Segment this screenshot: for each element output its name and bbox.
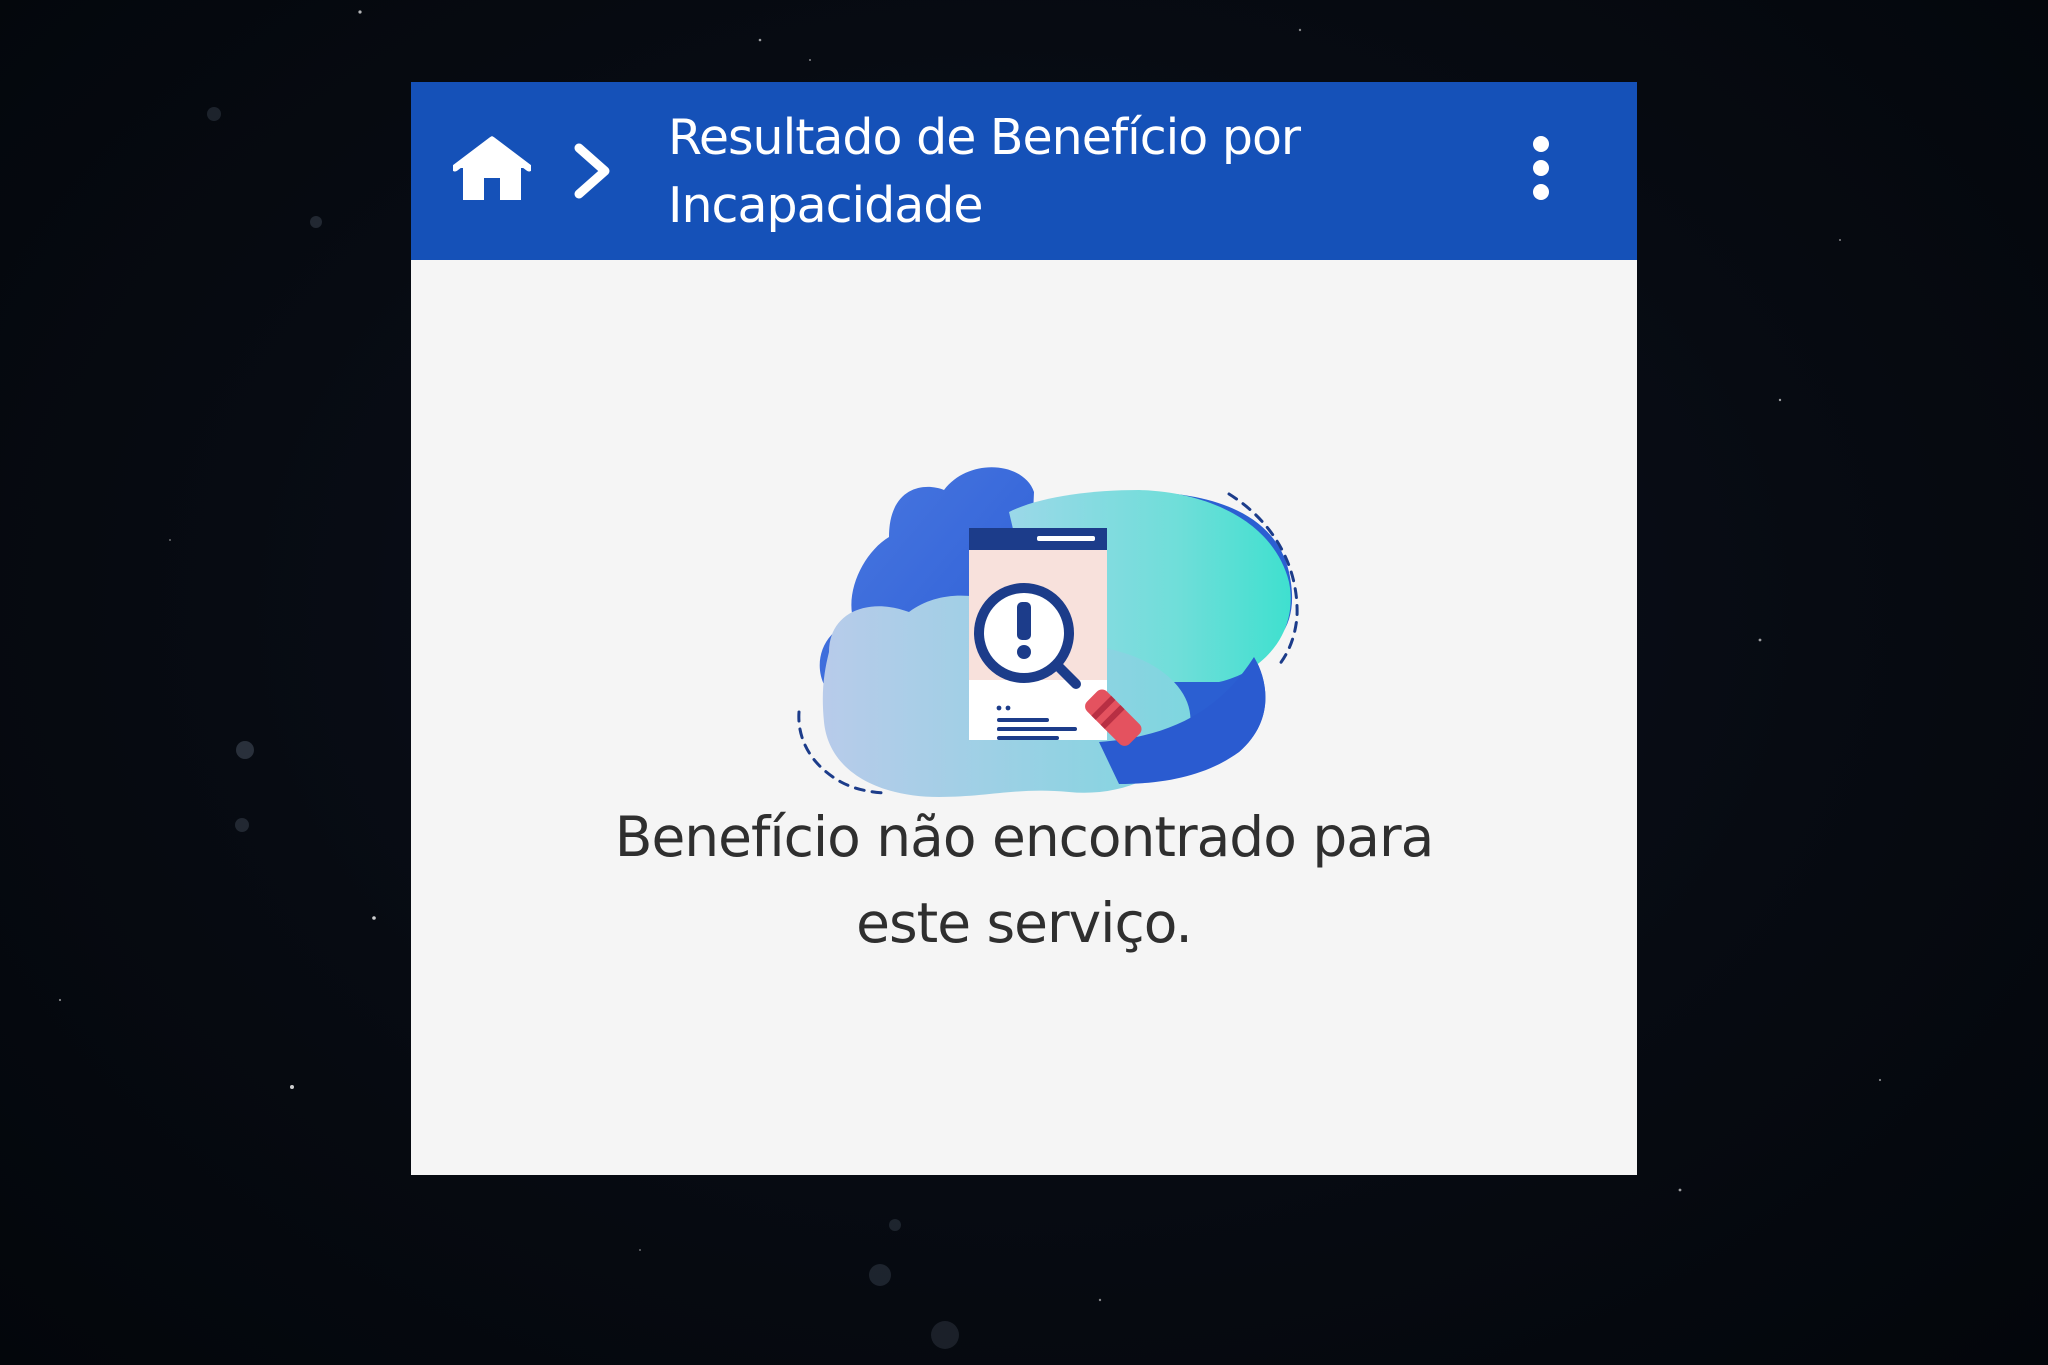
home-button[interactable] — [451, 132, 533, 204]
app-bar: Resultado de Benefício por Incapacidade — [411, 82, 1637, 260]
empty-state-message-line-1: Benefício não encontrado para — [614, 805, 1435, 869]
document-search-warning-illustration — [797, 467, 1299, 797]
page-title-line-2: Incapacidade — [668, 177, 984, 234]
chevron-right-icon — [574, 143, 610, 199]
empty-state-message-line-2: este serviço. — [856, 891, 1193, 955]
empty-state-message: Benefício não encontrado para este servi… — [411, 794, 1637, 966]
more-options-button[interactable] — [1511, 130, 1571, 210]
more-vertical-icon — [1533, 136, 1549, 200]
app-screen: Resultado de Benefício por Incapacidade — [411, 82, 1637, 1175]
page-title-line-1: Resultado de Benefício por — [668, 109, 1301, 166]
page-title: Resultado de Benefício por Incapacidade — [668, 104, 1388, 240]
home-icon — [451, 136, 533, 200]
